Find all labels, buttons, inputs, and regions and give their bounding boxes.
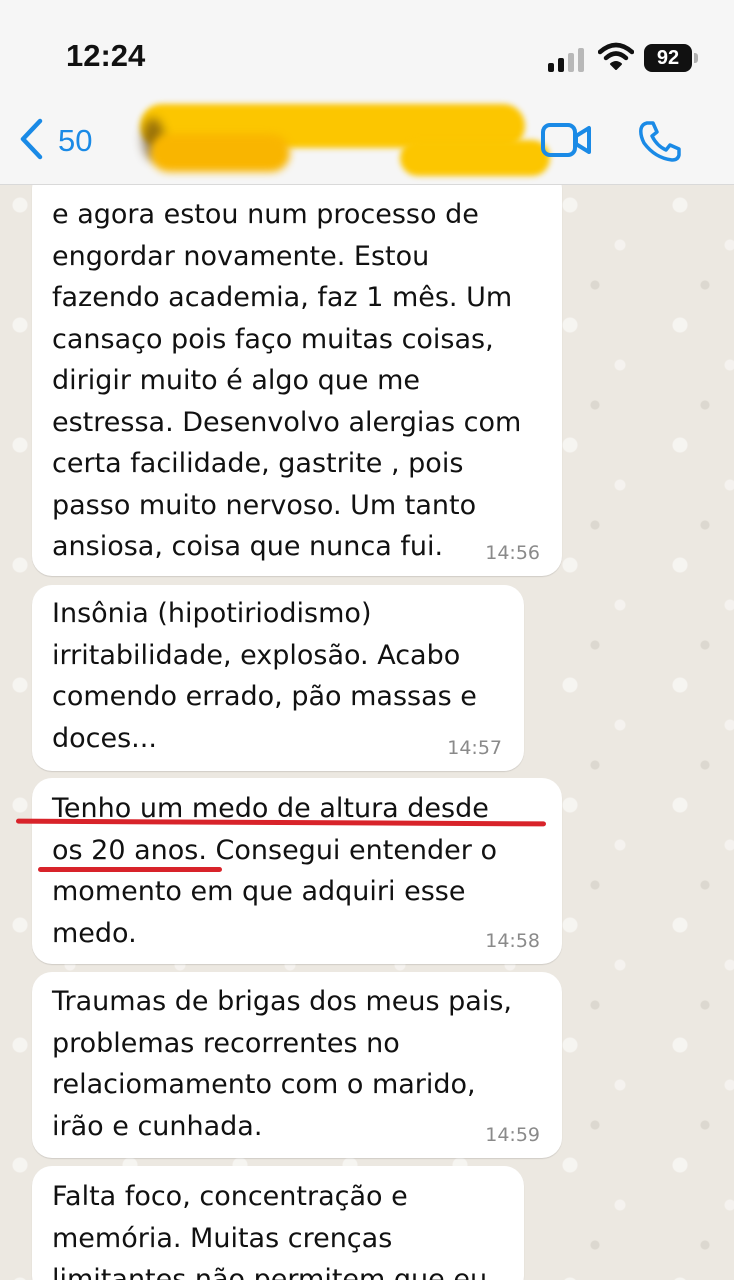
red-underline-mark [38,867,222,872]
message-text: Traumas de brigas dos meus pais, problem… [52,986,513,1142]
wifi-icon [597,42,635,77]
battery-tip [694,53,698,63]
unread-count: 50 [58,123,93,158]
message-bubble[interactable]: Traumas de brigas dos meus pais, problem… [32,972,562,1158]
redacted-contact-name[interactable] [140,100,550,180]
message-text: e agora estou num processo de engordar n… [52,199,522,562]
message-bubble[interactable]: Falta foco, concentração e memória. Muit… [32,1166,524,1280]
battery-icon: 92 [644,44,692,72]
video-call-icon[interactable] [540,122,592,163]
message-bubble[interactable]: Insônia (hipotiriodismo) irritabilidade,… [32,585,524,771]
back-button[interactable]: 50 [18,118,108,164]
message-timestamp: 14:58 [485,930,540,952]
message-timestamp: 14:57 [447,737,502,759]
message-bubble[interactable]: e agora estou num processo de engordar n… [32,168,562,576]
chevron-left-icon [18,118,44,165]
status-time: 12:24 [66,38,146,73]
message-text: Falta foco, concentração e memória. Muit… [52,1181,488,1280]
chat-header: 12:24 92 50 [0,0,734,185]
phone-call-icon[interactable] [638,120,682,167]
message-timestamp: 14:56 [485,542,540,564]
message-text: Insônia (hipotiriodismo) irritabilidade,… [52,598,477,754]
message-timestamp: 14:59 [485,1124,540,1146]
cellular-signal-icon [548,46,588,72]
